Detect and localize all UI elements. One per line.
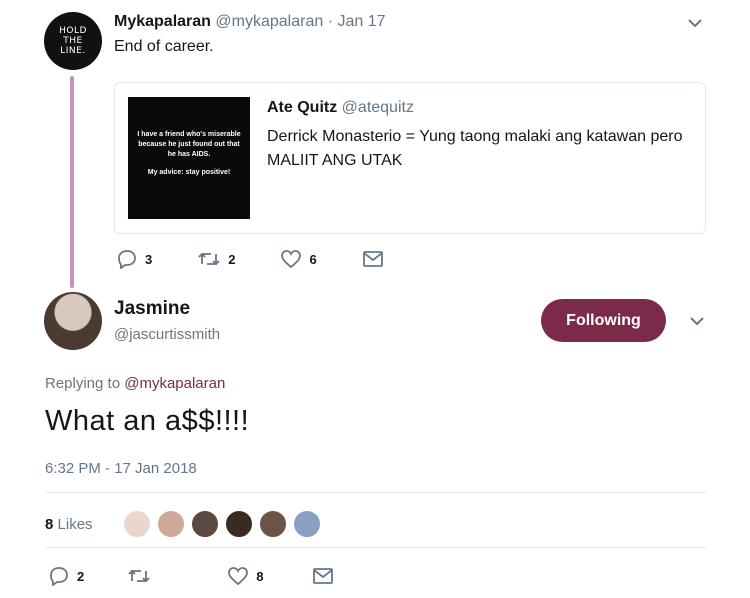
quoted-author-name: Ate Quitz <box>267 99 338 116</box>
author-handle[interactable]: @jascurtissmith <box>114 326 220 343</box>
replying-to: Replying to @mykapalaran <box>45 375 225 392</box>
parent-avatar[interactable]: HOLD THE LINE. <box>44 12 102 70</box>
divider <box>45 492 707 493</box>
message-icon <box>362 251 383 267</box>
separator-dot: · <box>327 13 334 30</box>
likes-word: Likes <box>57 515 93 533</box>
liker-avatar[interactable] <box>190 510 219 538</box>
reply-icon <box>50 567 68 586</box>
divider <box>45 547 707 548</box>
liker-avatar[interactable] <box>122 510 151 538</box>
message-button[interactable] <box>313 568 341 584</box>
reply-button[interactable]: 2 <box>49 566 84 586</box>
replying-prefix: Replying to <box>45 375 121 392</box>
parent-tweet-text: End of career. <box>114 38 214 55</box>
reply-count: 2 <box>77 568 85 584</box>
parent-date[interactable]: Jan 17 <box>337 13 385 30</box>
parent-tweet[interactable]: HOLD THE LINE. Mykapalaran @mykapalaran … <box>0 0 750 290</box>
chevron-down-icon[interactable] <box>688 18 702 28</box>
retweet-button[interactable]: 2 <box>198 250 235 268</box>
parent-actions: 3 2 6 <box>117 249 437 269</box>
quoted-tweet[interactable]: I have a friend who's miserable because … <box>114 82 706 234</box>
thread-line <box>70 76 74 288</box>
likes-count: 8 <box>45 515 54 533</box>
quoted-header: Ate Quitz @atequitz <box>267 99 414 117</box>
message-icon <box>313 568 334 584</box>
tweet-text: What an a$$!!!! <box>45 405 250 437</box>
quoted-tweet-image[interactable]: I have a friend who's miserable because … <box>128 97 250 219</box>
avatar-text-line: LINE. <box>60 46 86 56</box>
likes-summary[interactable]: 8 Likes <box>45 516 93 533</box>
avatar-text-line: THE <box>63 36 83 46</box>
quoted-tweet-text: Derrick Monasterio = Yung taong malaki a… <box>267 128 683 169</box>
liker-avatar[interactable] <box>292 510 321 538</box>
tweet-timestamp[interactable]: 6:32 PM - 17 Jan 2018 <box>45 460 197 477</box>
like-count: 8 <box>256 568 264 584</box>
tweet-actions: 2 8 <box>49 566 387 586</box>
message-button[interactable] <box>362 251 391 267</box>
replying-mention[interactable]: @mykapalaran <box>124 375 225 392</box>
parent-author-name[interactable]: Mykapalaran <box>114 13 211 30</box>
retweet-count: 2 <box>228 251 236 267</box>
like-icon <box>281 250 302 268</box>
retweet-icon <box>198 252 220 266</box>
parent-author-handle[interactable]: @mykapalaran <box>215 13 323 30</box>
author-name[interactable]: Jasmine <box>114 298 190 320</box>
like-count: 6 <box>309 251 317 267</box>
reply-button[interactable]: 3 <box>117 249 152 269</box>
like-icon <box>228 567 249 585</box>
parent-header: Mykapalaran @mykapalaran · Jan 17 <box>114 13 386 31</box>
reply-count: 3 <box>145 251 153 267</box>
liker-avatar[interactable] <box>258 510 287 538</box>
liker-avatar[interactable] <box>224 510 253 538</box>
image-caption: My advice: stay positive! <box>147 169 231 176</box>
image-caption: I have a friend who's miserable because … <box>137 131 241 158</box>
retweet-icon <box>128 569 150 583</box>
reply-icon <box>118 250 136 269</box>
liker-avatar[interactable] <box>156 510 185 538</box>
quoted-author-handle: @atequitz <box>341 99 414 116</box>
likes-row: 8 Likes <box>45 510 327 538</box>
avatar-text-line: HOLD <box>59 26 87 36</box>
like-button[interactable]: 8 <box>228 567 263 585</box>
chevron-down-icon[interactable] <box>690 316 704 326</box>
following-button[interactable]: Following <box>541 299 666 342</box>
user-avatar[interactable] <box>44 292 102 350</box>
retweet-button[interactable] <box>128 567 158 585</box>
like-button[interactable]: 6 <box>281 250 317 268</box>
